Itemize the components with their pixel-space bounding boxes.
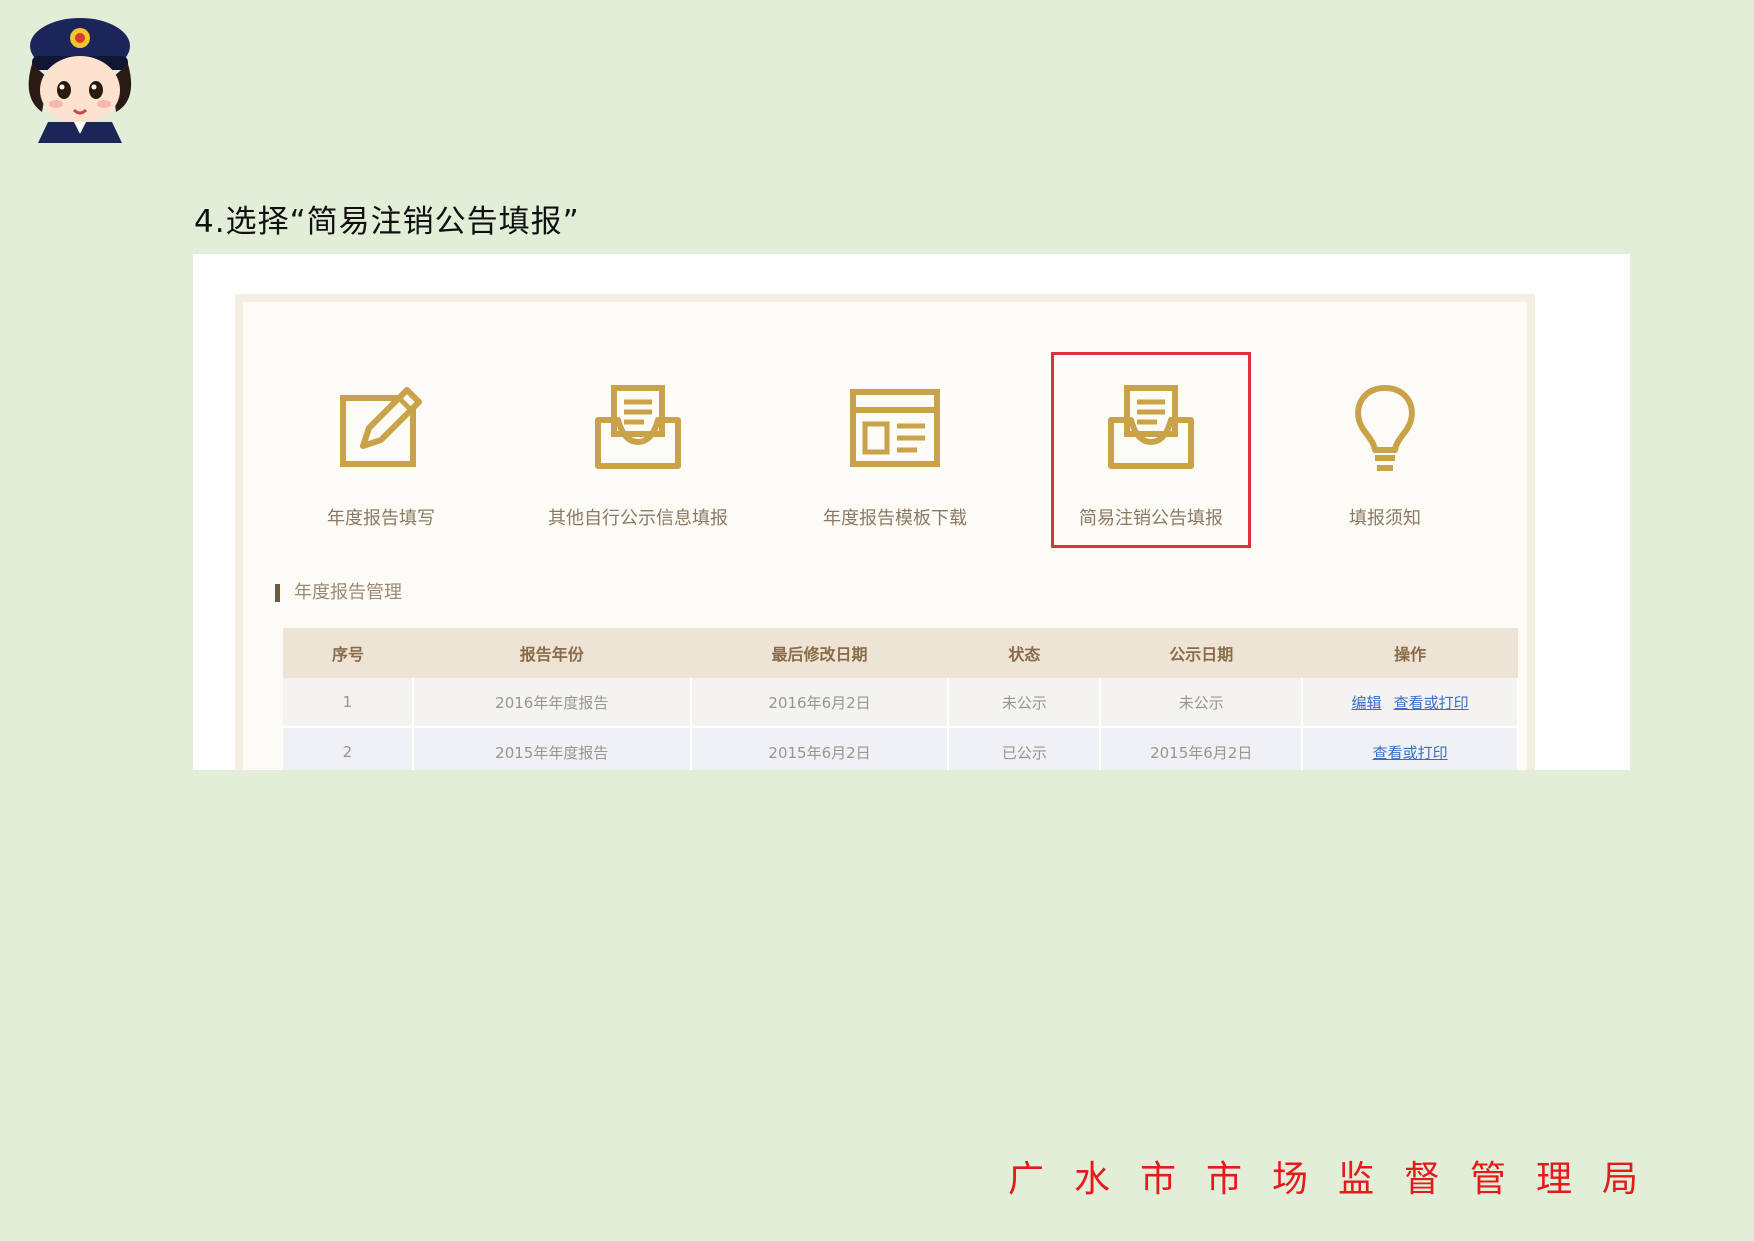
header-cell: 序号 — [283, 628, 413, 678]
menu-label: 简易注销公告填报 — [1079, 508, 1223, 529]
report-year: 2016年年度报告 — [412, 678, 692, 728]
embedded-screenshot: 年度报告填写 其他自行公示信息填报 年度报告模板下载 简易注销公告填报 填报须知… — [193, 254, 1630, 770]
modified-date: 2015年6月2日 — [690, 727, 950, 770]
view-print-link[interactable]: 查看或打印 — [1373, 744, 1448, 762]
menu-item-filing-notice[interactable]: 填报须知 — [1285, 352, 1485, 548]
row-number: 2 — [283, 727, 414, 770]
menu-label: 年度报告填写 — [327, 508, 435, 529]
menu-item-other-disclosure[interactable]: 其他自行公示信息填报 — [538, 352, 738, 548]
lightbulb-icon — [1355, 385, 1415, 471]
row-number: 1 — [283, 678, 414, 728]
browser-template-icon — [850, 389, 940, 467]
menu-item-template-download[interactable]: 年度报告模板下载 — [795, 352, 995, 548]
header-cell: 公示日期 — [1100, 628, 1303, 678]
section-title: 年度报告管理 — [275, 584, 402, 602]
menu-label: 填报须知 — [1349, 508, 1421, 529]
operations: 编辑 查看或打印 — [1302, 678, 1519, 728]
menu-item-annual-report-fill[interactable]: 年度报告填写 — [281, 352, 481, 548]
operations: 查看或打印 — [1302, 727, 1519, 770]
inbox-document-icon — [595, 385, 681, 469]
edit-link[interactable]: 编辑 — [1352, 694, 1382, 712]
table-header-row: 序号 报告年份 最后修改日期 状态 公示日期 操作 — [283, 628, 1518, 678]
publish-date: 2015年6月2日 — [1100, 727, 1304, 770]
publish-date: 未公示 — [1100, 678, 1304, 728]
header-cell: 状态 — [948, 628, 1101, 678]
edit-pencil-icon — [340, 387, 422, 467]
status: 未公示 — [948, 678, 1102, 728]
header-cell: 操作 — [1302, 628, 1518, 678]
modified-date: 2016年6月2日 — [690, 678, 950, 728]
header-cell: 报告年份 — [412, 628, 691, 678]
report-year: 2015年年度报告 — [412, 727, 692, 770]
inbox-document-icon — [1108, 385, 1194, 469]
menu-item-simple-cancellation[interactable]: 简易注销公告填报 — [1051, 352, 1251, 548]
function-menu: 年度报告填写 其他自行公示信息填报 年度报告模板下载 简易注销公告填报 填报须知 — [243, 302, 1527, 552]
status: 已公示 — [948, 727, 1102, 770]
police-mascot-logo — [18, 8, 138, 143]
annual-report-panel: 年度报告填写 其他自行公示信息填报 年度报告模板下载 简易注销公告填报 填报须知… — [235, 294, 1535, 770]
step-instruction-title: 4.选择“简易注销公告填报” — [194, 204, 580, 240]
footer-agency-name: 广水市市场监督管理局 — [1008, 1159, 1669, 1200]
table-row: 2 2015年年度报告 2015年6月2日 已公示 2015年6月2日 查看或打… — [283, 727, 1519, 770]
header-cell: 最后修改日期 — [690, 628, 949, 678]
view-print-link[interactable]: 查看或打印 — [1394, 694, 1469, 712]
menu-label: 其他自行公示信息填报 — [548, 508, 728, 529]
table-row: 1 2016年年度报告 2016年6月2日 未公示 未公示 编辑 查看或打印 — [283, 678, 1519, 728]
annual-report-table: 序号 报告年份 最后修改日期 状态 公示日期 操作 1 2016年年度报告 20… — [283, 628, 1519, 770]
menu-label: 年度报告模板下载 — [823, 508, 967, 529]
